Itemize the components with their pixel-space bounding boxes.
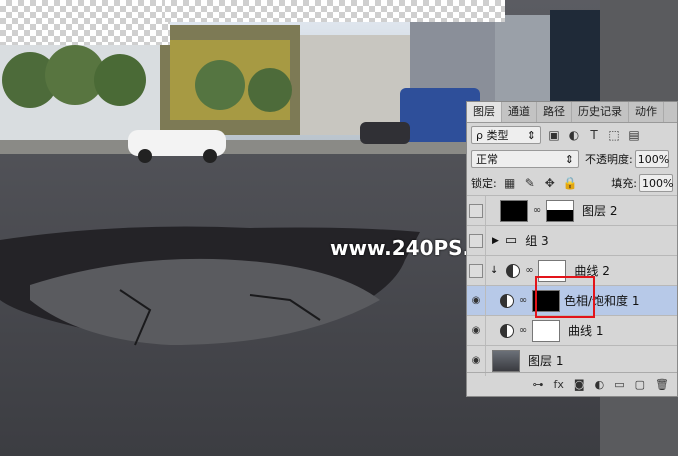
layer-thumbnail: [500, 199, 528, 222]
visibility-toggle[interactable]: [467, 195, 486, 226]
lock-position-icon[interactable]: ✥: [543, 176, 557, 190]
layer-name[interactable]: 曲线 1: [568, 322, 603, 339]
layers-panel: 图层 通道 路径 历史记录 动作 ρ 类型 ⇕ ▣ ◐ T ⬚ ▤ 正常 ⇕ 不…: [466, 101, 678, 397]
visibility-toggle[interactable]: ◉: [467, 345, 486, 376]
group-row[interactable]: ▶ ▭ 组 3: [467, 225, 677, 256]
tab-channels[interactable]: 通道: [502, 102, 537, 122]
tab-history[interactable]: 历史记录: [572, 102, 629, 122]
layer-name[interactable]: 图层 1: [528, 352, 563, 369]
hidden-eye-icon: [469, 203, 483, 218]
hidden-eye-icon: [469, 263, 483, 278]
image-filter-icon[interactable]: ▣: [547, 128, 561, 142]
mask-thumbnail: [546, 199, 574, 222]
trash-icon[interactable]: 🗑: [655, 378, 669, 391]
layer-row[interactable]: ◉ 图层 1: [467, 345, 677, 376]
hidden-eye-icon: [469, 233, 483, 248]
opacity-input[interactable]: 100%: [634, 150, 669, 168]
group-name[interactable]: 组 3: [525, 232, 548, 249]
link-layers-icon[interactable]: ⊶: [533, 378, 544, 391]
lock-pixels-icon[interactable]: ✎: [523, 176, 537, 190]
layer-thumbnail: [492, 349, 520, 372]
adjustment-layer-icon: [500, 323, 514, 338]
link-icon: ∞: [525, 265, 534, 276]
tab-layers[interactable]: 图层: [467, 102, 502, 122]
expand-arrow-icon[interactable]: ▶: [492, 236, 499, 246]
panel-footer: ⊶ fx ◙ ◐ ▭ ▢ 🗑: [467, 372, 677, 396]
layer-row[interactable]: ◉ ∞ 曲线 1: [467, 315, 677, 346]
mask-thumbnail: [532, 319, 560, 342]
adjustment-layer-icon: [500, 293, 514, 308]
shape-filter-icon[interactable]: ⬚: [607, 128, 621, 142]
highlight-box: [535, 276, 595, 318]
visibility-toggle[interactable]: ◉: [467, 285, 486, 316]
filter-dropdown[interactable]: ρ 类型 ⇕: [471, 126, 541, 144]
lock-all-icon[interactable]: 🔒: [563, 176, 578, 190]
new-adjustment-icon[interactable]: ◐: [595, 378, 605, 391]
fill-input[interactable]: 100%: [639, 174, 673, 192]
chevron-down-icon: ⇕: [564, 152, 574, 166]
smart-object-filter-icon[interactable]: ▤: [627, 128, 641, 142]
lock-label: 锁定:: [471, 177, 497, 190]
panel-tabs: 图层 通道 路径 历史记录 动作: [467, 102, 677, 123]
layer-row[interactable]: ∞ 图层 2: [467, 195, 677, 226]
tab-actions[interactable]: 动作: [629, 102, 664, 122]
lock-transparent-icon[interactable]: ▦: [503, 176, 517, 190]
filter-row: ρ 类型 ⇕ ▣ ◐ T ⬚ ▤: [467, 123, 677, 147]
blend-row: 正常 ⇕ 不透明度: 100%: [467, 147, 677, 171]
visibility-toggle[interactable]: ◉: [467, 315, 486, 346]
opacity-label: 不透明度:: [585, 153, 633, 166]
link-icon: ∞: [532, 205, 542, 216]
clip-arrow-icon: ↓: [490, 265, 499, 276]
fill-label: 填充:: [611, 177, 637, 190]
lock-row: 锁定: ▦ ✎ ✥ 🔒 填充: 100%: [467, 171, 677, 195]
transparent-area-top: [165, 0, 505, 22]
add-mask-icon[interactable]: ◙: [574, 378, 585, 391]
new-layer-icon[interactable]: ▢: [635, 378, 645, 391]
transparent-area: [0, 0, 170, 45]
fx-icon[interactable]: fx: [554, 378, 564, 391]
layer-name[interactable]: 图层 2: [582, 202, 617, 219]
link-icon: ∞: [518, 325, 528, 336]
blend-mode-dropdown[interactable]: 正常 ⇕: [471, 150, 579, 168]
chevron-down-icon: ⇕: [526, 128, 536, 142]
new-group-icon[interactable]: ▭: [614, 378, 624, 391]
type-filter-icon[interactable]: T: [587, 128, 601, 142]
folder-icon: ▭: [504, 233, 518, 248]
tab-paths[interactable]: 路径: [537, 102, 572, 122]
adjustment-layer-icon: [506, 263, 521, 278]
visibility-toggle[interactable]: [467, 225, 486, 256]
blend-mode-value: 正常: [476, 153, 498, 166]
filter-label: ρ 类型: [476, 129, 509, 142]
adjustment-filter-icon[interactable]: ◐: [567, 128, 581, 142]
link-icon: ∞: [518, 295, 528, 306]
visibility-toggle[interactable]: [467, 255, 486, 286]
